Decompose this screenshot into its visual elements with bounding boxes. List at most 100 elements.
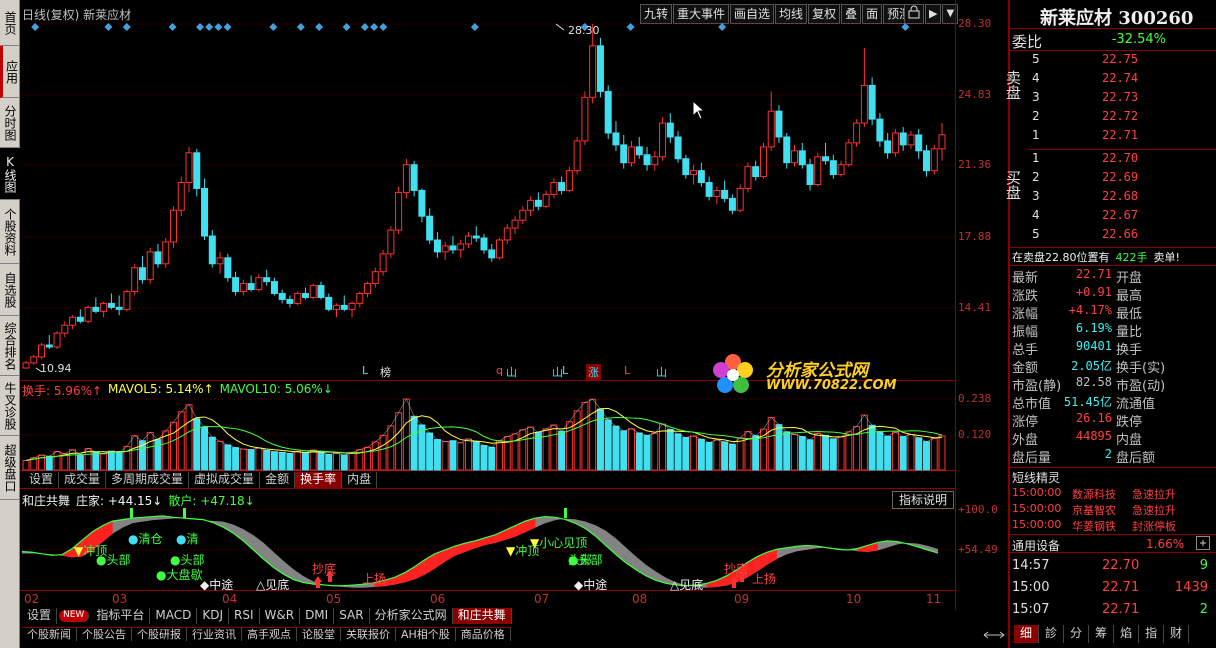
volume-tab-5[interactable]: 换手率 xyxy=(295,472,343,488)
indicator-tab-4[interactable]: KDJ xyxy=(197,608,229,624)
tick-time: 14:57 xyxy=(1012,558,1050,573)
stat-value: 2 xyxy=(1104,447,1112,461)
bottom-tab-7[interactable]: AH相个股 xyxy=(396,627,456,641)
quote-tab-5[interactable]: 指 xyxy=(1139,625,1165,643)
volume-bar xyxy=(915,437,923,471)
scrollbar-handle[interactable] xyxy=(982,628,1006,639)
indicator-tab-2[interactable]: 指标平台 xyxy=(91,608,151,624)
date-tick: 05 xyxy=(326,592,342,606)
level-price: 22.67 xyxy=(1102,208,1139,222)
signal-time: 15:00:00 xyxy=(1012,518,1062,531)
volume-tab-0[interactable]: 设置 xyxy=(24,472,60,488)
indicator-tab-3[interactable]: MACD xyxy=(150,608,198,624)
sell-level[interactable]: 1 22.71 xyxy=(1030,128,1216,145)
volume-tab-6[interactable]: 内盘 xyxy=(342,472,378,488)
quote-tab-2[interactable]: 分 xyxy=(1064,625,1090,643)
level-price: 22.71 xyxy=(1102,128,1139,142)
bottom-tab-3[interactable]: 行业资讯 xyxy=(187,627,242,641)
indicator-tab-6[interactable]: W&R xyxy=(260,608,301,624)
event-marker[interactable]: L xyxy=(562,364,568,377)
event-marker[interactable]: 山 xyxy=(656,364,667,380)
indicator-signal: 上扬 xyxy=(752,570,776,587)
volume-tab-2[interactable]: 多周期成交量 xyxy=(106,472,190,488)
bottom-tab-4[interactable]: 高手观点 xyxy=(242,627,297,641)
signal-text: 中途 xyxy=(583,578,608,592)
sell-level[interactable]: 5 22.75 xyxy=(1030,52,1216,69)
date-tick: 04 xyxy=(222,592,238,606)
candle-body xyxy=(752,166,760,178)
indicator-tab-7[interactable]: DMI xyxy=(300,608,335,624)
signal-text: 大盘歇 xyxy=(166,568,203,582)
sector-toggle-icon[interactable] xyxy=(1196,536,1210,550)
signal-stock: 数源科技 xyxy=(1072,488,1116,501)
indicator-tab-0[interactable]: 设置 xyxy=(22,608,58,624)
event-marker[interactable]: 山 xyxy=(506,364,517,380)
bottom-tab-6[interactable]: 关联报价 xyxy=(341,627,396,641)
candle-body xyxy=(488,249,496,259)
stat-value: 90401 xyxy=(1075,339,1112,353)
buy-level[interactable]: 3 22.68 xyxy=(1030,189,1216,206)
event-marker[interactable]: 榜 xyxy=(380,364,391,380)
bottom-tab-1[interactable]: 个股公告 xyxy=(77,627,132,641)
signal-mark-icon: ▼ xyxy=(74,544,84,558)
indicator-tab-10[interactable]: 和庄共舞 xyxy=(452,608,512,624)
volume-bar xyxy=(232,447,240,471)
volume-bar xyxy=(542,428,550,471)
indicator-tab-1[interactable]: NEW xyxy=(59,610,90,622)
quote-divider-6 xyxy=(1010,467,1216,468)
weibi-value: -32.54% xyxy=(1111,32,1166,47)
quote-tab-3[interactable]: 筹 xyxy=(1089,625,1115,643)
buy-level[interactable]: 2 22.69 xyxy=(1030,170,1216,187)
indicator-signal: △见底 xyxy=(670,576,703,593)
candle-body xyxy=(558,182,566,191)
volume-tab-3[interactable]: 虚拟成交量 xyxy=(189,472,261,488)
candle-body xyxy=(651,156,659,166)
kline-chart[interactable] xyxy=(0,0,1008,648)
bottom-tab-0[interactable]: 个股新闻 xyxy=(22,627,77,641)
quote-tab-0[interactable]: 细 xyxy=(1014,625,1040,643)
bottom-tab-2[interactable]: 个股研报 xyxy=(132,627,187,641)
short-signal-item[interactable]: 15:00:00 华菱钢铁 封涨停板 xyxy=(1012,518,1198,534)
event-marker[interactable]: 涨 xyxy=(586,364,601,380)
notice-volume: 422手 xyxy=(1115,251,1148,264)
buy-level[interactable]: 4 22.67 xyxy=(1030,208,1216,225)
candle-body xyxy=(123,291,131,310)
indicator-help-button[interactable]: 指标说明 xyxy=(892,491,955,509)
sell-level[interactable]: 4 22.74 xyxy=(1030,71,1216,88)
signal-mark-icon: △ xyxy=(256,578,266,592)
candle-body xyxy=(876,118,884,142)
quote-divider-4 xyxy=(1010,247,1216,248)
candle-body xyxy=(239,283,247,293)
candle-body xyxy=(61,324,69,334)
sell-level[interactable]: 2 22.72 xyxy=(1030,109,1216,126)
quote-tab-6[interactable]: 财 xyxy=(1164,625,1190,643)
short-signal-item[interactable]: 15:00:00 京基智农 急速拉升 xyxy=(1012,502,1198,518)
indicator-tab-9[interactable]: 分析家公式网 xyxy=(370,608,453,624)
event-marker[interactable]: L xyxy=(624,364,630,377)
buy-level[interactable]: 1 22.70 xyxy=(1030,151,1216,168)
candle-body xyxy=(822,156,830,162)
quote-tab-4[interactable]: 焰 xyxy=(1114,625,1140,643)
bottom-tab-5[interactable]: 论股堂 xyxy=(297,627,341,641)
buy-level[interactable]: 5 22.66 xyxy=(1030,227,1216,244)
indicator-tab-8[interactable]: SAR xyxy=(334,608,370,624)
sell-level[interactable]: 3 22.73 xyxy=(1030,90,1216,107)
short-signal-item[interactable]: 15:00:00 数源科技 急速拉升 xyxy=(1012,486,1198,502)
event-marker[interactable]: q xyxy=(496,364,503,377)
volume-tab-4[interactable]: 金额 xyxy=(260,472,296,488)
volume-bar xyxy=(938,435,946,471)
event-marker[interactable]: L xyxy=(362,364,368,377)
candle-body xyxy=(294,292,302,304)
candle-body xyxy=(131,267,139,293)
quote-tab-1[interactable]: 診 xyxy=(1039,625,1065,643)
date-tick: 07 xyxy=(534,592,550,606)
candle-body xyxy=(845,142,853,166)
volume-tab-1[interactable]: 成交量 xyxy=(59,472,107,488)
level-price: 22.68 xyxy=(1102,189,1139,203)
candle-body xyxy=(534,199,542,207)
bottom-tab-8[interactable]: 商品价格 xyxy=(455,627,511,641)
signal-mark-icon: ● xyxy=(156,568,167,582)
indicator-tab-5[interactable]: RSI xyxy=(229,608,260,624)
quote-stat-row: 盘后量 2 盘后额 xyxy=(1010,447,1216,466)
quote-divider-8 xyxy=(1010,552,1216,553)
